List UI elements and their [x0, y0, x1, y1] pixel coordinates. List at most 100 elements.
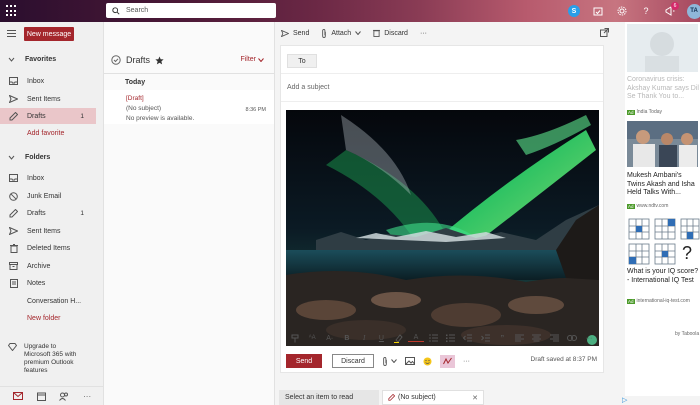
- message-preview: No preview is available.: [126, 115, 195, 122]
- hamburger-icon[interactable]: [7, 30, 16, 37]
- note-icon: [8, 278, 19, 288]
- send-icon: [8, 227, 19, 235]
- star-icon[interactable]: [155, 55, 164, 65]
- quote-icon[interactable]: ”: [494, 335, 510, 342]
- favorites-item-drafts[interactable]: Drafts 1: [0, 108, 96, 124]
- ad-headline[interactable]: What is your IQ score? - International I…: [627, 268, 699, 285]
- ad-headline[interactable]: Mukesh Ambani's Twins Akash and Isha Hel…: [627, 172, 699, 198]
- my-day-button[interactable]: [586, 2, 610, 20]
- tab-reading-pane[interactable]: Select an item to read: [279, 390, 379, 405]
- format-more-button[interactable]: ···: [581, 335, 597, 342]
- favorites-header[interactable]: Favorites: [0, 52, 104, 66]
- bullets-icon[interactable]: [425, 334, 441, 342]
- insert-picture-button[interactable]: [405, 357, 415, 365]
- bold-icon[interactable]: B: [339, 335, 355, 342]
- send-button[interactable]: Send: [286, 354, 322, 368]
- close-icon[interactable]: ✕: [472, 394, 478, 402]
- whats-new-button[interactable]: 6: [658, 2, 682, 20]
- bottom-tabs: Select an item to read (No subject) ✕: [275, 388, 625, 405]
- ad-provider[interactable]: by Taboola: [675, 331, 699, 337]
- align-center-icon[interactable]: [529, 334, 545, 342]
- add-favorite-link[interactable]: Add favorite: [0, 125, 96, 141]
- attach-button[interactable]: [382, 356, 397, 366]
- folder-item-conversation-history[interactable]: Conversation H...: [0, 293, 96, 309]
- ad-source: Ad international-iq-test.com: [627, 298, 690, 304]
- new-folder-link[interactable]: New folder: [0, 310, 96, 326]
- chevron-down-icon: [8, 155, 15, 160]
- send-icon: [8, 95, 19, 103]
- search-box[interactable]: Search: [106, 3, 276, 18]
- new-message-button[interactable]: New message: [24, 27, 74, 41]
- mail-icon[interactable]: [12, 392, 23, 400]
- upgrade-promo[interactable]: Upgrade to Microsoft 365 with premium Ou…: [8, 343, 100, 375]
- toolbar-more-button[interactable]: ···: [420, 30, 427, 37]
- ad-headline[interactable]: Coronavirus crisis: Akshay Kumar says Di…: [627, 76, 699, 102]
- drafts-count: 1: [80, 112, 84, 120]
- align-left-icon[interactable]: [512, 334, 528, 342]
- formatting-toolbar: ᴬA A ^ B I U A ” ···: [281, 329, 603, 347]
- toolbar-send-button[interactable]: Send: [281, 29, 309, 37]
- link-icon[interactable]: [564, 335, 580, 341]
- favorites-item-inbox[interactable]: Inbox: [0, 73, 96, 89]
- archive-icon: [8, 262, 19, 270]
- popout-icon[interactable]: [600, 28, 609, 37]
- divider: [281, 101, 603, 102]
- ad-column: Coronavirus crisis: Akshay Kumar says Di…: [625, 22, 700, 396]
- folder-item-inbox[interactable]: Inbox: [0, 170, 96, 186]
- discard-button[interactable]: Discard: [332, 354, 374, 368]
- select-all-icon[interactable]: [111, 55, 121, 65]
- favorites-item-sent[interactable]: Sent Items: [0, 91, 96, 107]
- adchoices-icon[interactable]: ▷: [622, 396, 627, 404]
- inserted-image[interactable]: [286, 110, 599, 346]
- italic-icon[interactable]: I: [356, 334, 372, 342]
- sign-button[interactable]: [440, 354, 455, 368]
- filter-button[interactable]: Filter: [240, 56, 264, 63]
- grow-font-icon[interactable]: A ^: [322, 335, 338, 342]
- to-row[interactable]: To: [281, 46, 603, 74]
- signature-icon: [443, 357, 452, 364]
- toolbar-discard-button[interactable]: Discard: [373, 29, 408, 37]
- settings-button[interactable]: [610, 2, 634, 20]
- help-button[interactable]: ?: [634, 2, 658, 20]
- message-time: 8:36 PM: [245, 107, 266, 113]
- skype-icon: S: [568, 5, 580, 17]
- folders-header[interactable]: Folders: [0, 150, 104, 164]
- numbering-icon[interactable]: [443, 334, 459, 342]
- avatar: TA: [686, 3, 700, 19]
- format-painter-icon[interactable]: [287, 334, 303, 343]
- increase-indent-icon[interactable]: [477, 334, 493, 342]
- pencil-icon: [388, 394, 395, 401]
- font-size-icon[interactable]: ᴬA: [304, 335, 320, 341]
- compose-actions: Send Discard ··· Draft saved at 8:37 PM: [281, 351, 603, 371]
- font-color-icon[interactable]: A: [407, 334, 424, 342]
- folder-item-drafts[interactable]: Drafts 1: [0, 205, 96, 221]
- more-options-button[interactable]: ···: [463, 358, 470, 365]
- highlight-icon[interactable]: [391, 333, 407, 343]
- tab-draft[interactable]: (No subject) ✕: [382, 390, 484, 405]
- account-button[interactable]: TA: [682, 2, 700, 20]
- chevron-down-icon: [355, 31, 362, 35]
- skype-button[interactable]: S: [562, 2, 586, 20]
- list-item[interactable]: [Draft] (No subject) No preview is avail…: [104, 90, 274, 124]
- subject-input[interactable]: Add a subject: [287, 84, 329, 91]
- align-right-icon[interactable]: [546, 334, 562, 342]
- underline-icon[interactable]: U: [373, 335, 389, 342]
- ad-source: Ad India Today: [627, 109, 662, 115]
- more-apps-icon[interactable]: ···: [83, 392, 91, 401]
- ad-image[interactable]: [627, 24, 698, 72]
- ad-image[interactable]: [627, 121, 698, 167]
- chevron-down-icon: [391, 359, 397, 363]
- emoji-button[interactable]: [423, 357, 432, 366]
- app-launcher-icon[interactable]: [6, 5, 18, 17]
- folder-item-sent[interactable]: Sent Items: [0, 223, 96, 239]
- people-icon[interactable]: [59, 392, 69, 401]
- toolbar-attach-button[interactable]: Attach: [321, 28, 362, 38]
- calendar-icon[interactable]: [36, 392, 46, 401]
- decrease-indent-icon[interactable]: [460, 334, 476, 342]
- to-button[interactable]: To: [287, 54, 317, 68]
- left-navigation: New message Favorites Inbox Sent Items D…: [0, 22, 104, 405]
- folder-item-junk[interactable]: Junk Email: [0, 188, 96, 204]
- folder-item-archive[interactable]: Archive: [0, 258, 96, 274]
- folder-item-notes[interactable]: Notes: [0, 275, 96, 291]
- folder-item-deleted[interactable]: Deleted Items: [0, 240, 96, 256]
